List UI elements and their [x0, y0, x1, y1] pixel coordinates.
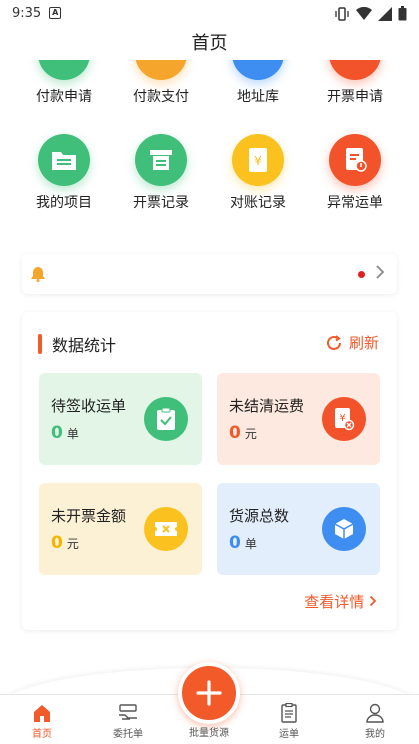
notice-bar[interactable]: [22, 254, 397, 294]
tab-home[interactable]: 首页: [12, 703, 72, 740]
payment-apply-icon: [38, 60, 90, 80]
yuan-notebook-icon: ¥: [232, 134, 284, 186]
stat-card-unsettled-freight[interactable]: 未结清运费 0元 ¥: [217, 373, 380, 465]
tab-label: 首页: [32, 729, 52, 740]
grid-item-payment-apply[interactable]: 付款申请: [14, 60, 114, 106]
stat-card-value-wrap: 0单: [229, 533, 257, 553]
stat-card-pending-sign[interactable]: 待签收运单 0单: [39, 373, 202, 465]
grid-item-my-projects[interactable]: 我的项目: [14, 134, 114, 212]
tab-label: 委托单: [113, 729, 143, 740]
tab-mine[interactable]: 我的: [345, 703, 405, 740]
page-title: 首页: [191, 33, 228, 54]
grid-item-label: 异常运单: [327, 195, 383, 211]
printer-icon: [135, 134, 187, 186]
stat-card-title: 未结清运费: [229, 397, 305, 415]
home-icon: [34, 705, 50, 722]
refresh-icon: [327, 334, 341, 350]
svg-text:¥: ¥: [254, 154, 262, 168]
stat-card-title: 未开票金额: [51, 507, 127, 525]
tab-label: 运单: [279, 729, 299, 740]
stat-card-value: 0: [51, 533, 63, 553]
unread-dot: [358, 271, 365, 278]
stat-card-uninvoiced-amount[interactable]: 未开票金额 0元: [39, 483, 202, 575]
grid-item-label: 地址库: [237, 89, 279, 105]
batch-source-button[interactable]: [178, 662, 240, 724]
grid-item-invoice-records[interactable]: 开票记录: [111, 134, 211, 212]
invoice-apply-icon: [329, 60, 381, 80]
batch-source-label: 批量货源: [189, 728, 229, 739]
stat-card-value-wrap: 0元: [51, 533, 79, 553]
grid-item-label: 对账记录: [230, 195, 286, 211]
chevron-right-icon: [376, 265, 385, 279]
refresh-button[interactable]: 刷新: [325, 332, 379, 353]
stat-card-value-wrap: 0单: [51, 423, 79, 443]
battery-icon: [398, 6, 407, 21]
plus-icon: [196, 680, 222, 706]
grid-item-label: 付款申请: [36, 89, 92, 105]
grid-item-label: 我的项目: [36, 195, 92, 211]
document-icon: [281, 703, 297, 723]
grid-item-exception-waybills[interactable]: 异常运单: [305, 134, 405, 212]
stat-card-value: 0: [51, 423, 63, 443]
payment-pay-icon: [135, 60, 187, 80]
status-bar: 9:35 A: [0, 0, 419, 26]
stat-card-total-sources[interactable]: 货源总数 0单: [217, 483, 380, 575]
notification-icon: A: [49, 7, 62, 19]
address-book-icon: [232, 60, 284, 80]
folder-icon: [38, 134, 90, 186]
tab-orders[interactable]: 委托单: [98, 703, 158, 740]
function-grid: 付款申请 付款支付 地址库 开票申请 我的项目 开票记录 ¥ 对账记录 异常运单: [0, 60, 419, 230]
grid-item-label: 开票记录: [133, 195, 189, 211]
wifi-icon: [356, 6, 372, 20]
tab-label: 我的: [365, 729, 385, 740]
stat-card-unit: 单: [66, 427, 79, 441]
vibrate-icon: [335, 6, 349, 21]
page-header: 首页: [0, 30, 419, 62]
chevron-right-icon: [369, 595, 377, 607]
stats-panel: 数据统计 刷新 待签收运单 0单 未结清运费 0元 ¥ 未开票金额 0元 货源总…: [22, 312, 397, 630]
grid-item-label: 开票申请: [327, 89, 383, 105]
view-details-link[interactable]: 查看详情: [304, 591, 377, 612]
stat-card-unit: 元: [244, 427, 257, 441]
grid-item-label: 付款支付: [133, 89, 189, 105]
user-icon: [366, 703, 384, 723]
grid-item-payment-pay[interactable]: 付款支付: [111, 60, 211, 106]
stat-card-unit: 元: [66, 537, 79, 551]
stat-card-title: 待签收运单: [51, 397, 127, 415]
view-details-label: 查看详情: [304, 593, 365, 611]
tab-waybills[interactable]: 运单: [259, 703, 319, 740]
stat-card-value-wrap: 0元: [229, 423, 257, 443]
stat-card-value: 0: [229, 533, 241, 553]
stat-card-unit: 单: [244, 537, 257, 551]
cube-icon: [322, 507, 366, 551]
ticket-icon: [144, 507, 188, 551]
status-icons: [334, 6, 407, 21]
stat-card-value: 0: [229, 423, 241, 443]
stats-title: 数据统计: [52, 336, 117, 355]
grid-item-address-book[interactable]: 地址库: [208, 60, 308, 106]
exception-doc-icon: [329, 134, 381, 186]
refresh-label: 刷新: [348, 334, 379, 352]
section-accent: [38, 334, 42, 354]
grid-item-reconcile-records[interactable]: ¥ 对账记录: [208, 134, 308, 212]
signal-icon: [378, 6, 392, 21]
yuan-close-icon: ¥: [322, 397, 366, 441]
handshake-doc-icon: [119, 704, 137, 720]
stat-card-title: 货源总数: [229, 507, 290, 525]
grid-item-invoice-apply[interactable]: 开票申请: [305, 60, 405, 106]
bell-icon: [31, 267, 45, 282]
clipboard-check-icon: [144, 397, 188, 441]
status-time: 9:35: [12, 5, 42, 21]
